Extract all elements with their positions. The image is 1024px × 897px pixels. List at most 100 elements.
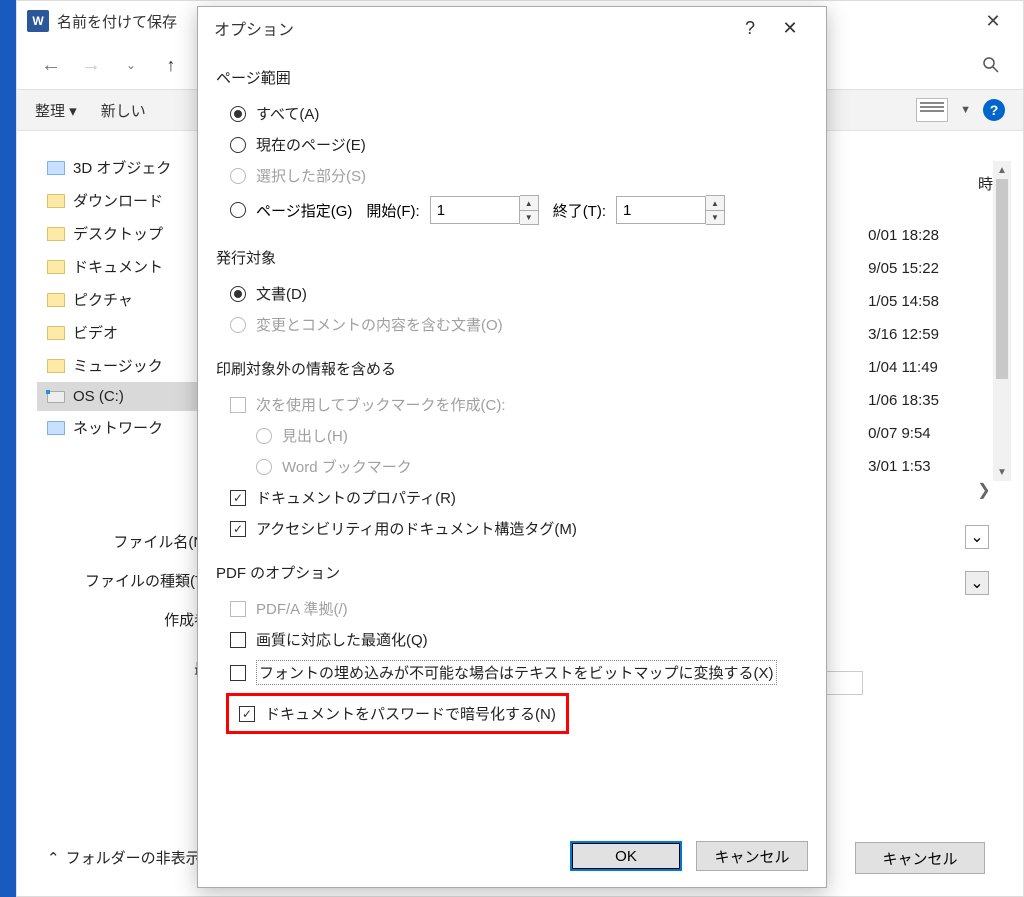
cancel-button[interactable]: キャンセル (696, 841, 808, 871)
network-icon (47, 421, 65, 435)
help-icon[interactable]: ? (983, 99, 1005, 121)
left-strip (0, 0, 16, 897)
radio-icon (230, 106, 246, 122)
file-date: 1/06 18:35 (868, 384, 939, 417)
view-icon[interactable] (916, 98, 948, 122)
tree-item-music[interactable]: ミュージック (37, 349, 217, 382)
radio-selection: 選択した部分(S) (216, 160, 808, 191)
ok-button[interactable]: OK (570, 841, 682, 871)
section-include: 印刷対象外の情報を含める (216, 358, 808, 379)
folder-toggle[interactable]: ⌃ フォルダーの非表示 (47, 847, 201, 868)
form-labels: ファイル名(N) ファイルの種類(T) 作成者 最 (85, 531, 209, 697)
check-bookmarks: 次を使用してブックマークを作成(C): (216, 389, 808, 420)
radio-headings: 見出し(H) (216, 420, 808, 451)
vertical-scrollbar[interactable]: ▲ ▼ (993, 161, 1011, 481)
spin-down-icon[interactable]: ▼ (706, 210, 724, 224)
filetype-dropdown-icon[interactable]: ⌄ (965, 571, 989, 595)
spin-up-icon[interactable]: ▲ (706, 196, 724, 210)
checkbox-icon (230, 397, 246, 413)
scroll-up-icon[interactable]: ▲ (993, 161, 1011, 179)
small-box (823, 671, 863, 695)
tree-item-videos[interactable]: ビデオ (37, 316, 217, 349)
radio-pages-row: ページ指定(G) 開始(F): ▲▼ 終了(T): ▲▼ (216, 191, 808, 229)
check-quality[interactable]: 画質に対応した最適化(Q) (216, 624, 808, 655)
scroll-thumb[interactable] (996, 179, 1008, 379)
chevron-up-icon: ⌃ (47, 849, 60, 867)
word-icon: W (27, 10, 49, 32)
back-icon[interactable]: ← (37, 54, 65, 77)
close-icon[interactable]: ✕ (770, 13, 810, 43)
checkbox-icon (230, 665, 246, 681)
tree-item-network[interactable]: ネットワーク (37, 411, 217, 444)
filename-label: ファイル名(N) (85, 531, 209, 552)
radio-document[interactable]: 文書(D) (216, 278, 808, 309)
encrypt-highlight: ドキュメントをパスワードで暗号化する(N) (226, 693, 569, 734)
radio-all[interactable]: すべて(A) (216, 98, 808, 129)
options-body: ページ範囲 すべて(A) 現在のページ(E) 選択した部分(S) ページ指定(G… (198, 49, 826, 742)
tree-item-pictures[interactable]: ピクチャ (37, 283, 217, 316)
cancel-button[interactable]: キャンセル (855, 842, 985, 874)
file-date: 1/04 11:49 (868, 351, 939, 384)
checkbox-icon (230, 601, 246, 617)
folder-icon (47, 293, 65, 307)
search-icon[interactable] (979, 53, 1003, 77)
file-dates: 0/01 18:28 9/05 15:22 1/05 14:58 3/16 12… (868, 219, 939, 483)
drive-icon (47, 391, 65, 403)
tree-item-3d[interactable]: 3D オブジェク (37, 151, 217, 184)
from-spinner: ▲▼ (430, 195, 539, 225)
spin-up-icon[interactable]: ▲ (520, 196, 538, 210)
folder-icon (47, 194, 65, 208)
scroll-down-icon[interactable]: ▼ (993, 463, 1011, 481)
tree-item-desktop[interactable]: デスクトップ (37, 217, 217, 250)
check-a11y[interactable]: アクセシビリティ用のドキュメント構造タグ(M) (216, 513, 808, 544)
check-properties[interactable]: ドキュメントのプロパティ(R) (216, 482, 808, 513)
file-date: 9/05 15:22 (868, 252, 939, 285)
radio-word-bookmarks: Word ブックマーク (216, 451, 808, 482)
folder-icon (47, 161, 65, 175)
to-spinner: ▲▼ (616, 195, 725, 225)
forward-icon: → (77, 54, 105, 77)
check-bitmap[interactable]: フォントの埋め込みが不可能な場合はテキストをビットマップに変換する(X) (216, 655, 808, 690)
column-header-date[interactable]: 時 (978, 173, 993, 194)
tree-item-documents[interactable]: ドキュメント (37, 250, 217, 283)
filename-dropdown-icon[interactable]: ⌄ (965, 525, 989, 549)
checkbox-icon (230, 632, 246, 648)
scroll-right-icon[interactable]: ❯ (975, 481, 993, 499)
radio-current[interactable]: 現在のページ(E) (216, 129, 808, 160)
options-title: オプション (214, 16, 294, 40)
newfolder-button[interactable]: 新しい (101, 100, 146, 121)
to-input[interactable] (616, 196, 706, 224)
radio-icon (256, 428, 272, 444)
pages-label: ページ指定(G) (256, 200, 352, 221)
options-buttons: OK キャンセル (570, 841, 808, 871)
file-date: 0/07 9:54 (868, 417, 939, 450)
checkbox-icon (230, 521, 246, 537)
options-titlebar: オプション ? ✕ (198, 7, 826, 49)
checkbox-icon (239, 706, 255, 722)
radio-icon (230, 168, 246, 184)
filetype-label: ファイルの種類(T) (85, 570, 209, 591)
spin-down-icon[interactable]: ▼ (520, 210, 538, 224)
folder-tree: 3D オブジェク ダウンロード デスクトップ ドキュメント ピクチャ ビデオ ミ… (37, 151, 217, 444)
recent-dropdown-icon[interactable]: ⌄ (117, 58, 145, 72)
file-date: 3/01 1:53 (868, 450, 939, 483)
folder-icon (47, 227, 65, 241)
up-icon[interactable]: ↑ (157, 55, 185, 76)
section-publish: 発行対象 (216, 247, 808, 268)
folder-icon (47, 326, 65, 340)
help-icon[interactable]: ? (730, 13, 770, 43)
view-dropdown-icon[interactable]: ▼ (960, 104, 971, 116)
organize-button[interactable]: 整理 ▾ (35, 100, 77, 121)
close-icon[interactable]: ✕ (973, 6, 1013, 36)
radio-icon (230, 137, 246, 153)
radio-pages[interactable] (230, 202, 246, 218)
folder-icon (47, 359, 65, 373)
to-label: 終了(T): (553, 200, 606, 221)
from-input[interactable] (430, 196, 520, 224)
tree-item-os-c[interactable]: OS (C:) (37, 382, 217, 411)
checkbox-icon (230, 490, 246, 506)
options-dialog: オプション ? ✕ ページ範囲 すべて(A) 現在のページ(E) 選択した部分(… (197, 6, 827, 888)
check-encrypt[interactable]: ドキュメントをパスワードで暗号化する(N) (233, 699, 562, 728)
radio-icon (230, 317, 246, 333)
tree-item-downloads[interactable]: ダウンロード (37, 184, 217, 217)
